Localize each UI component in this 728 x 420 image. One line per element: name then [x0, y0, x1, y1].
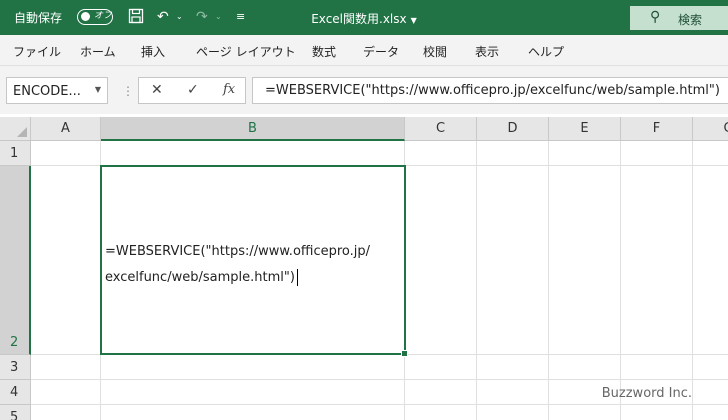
- row-number: 3: [10, 360, 19, 375]
- row-number: 5: [10, 410, 19, 420]
- formula-bar: ENCODE... ▼ ⋮ ✕ ✓ fx =WEBSERVICE("https:…: [0, 66, 728, 114]
- row-header-5[interactable]: 5: [0, 405, 31, 420]
- tab-page-layout[interactable]: ページ レイアウト: [196, 43, 296, 60]
- column-header-c[interactable]: C: [405, 117, 477, 141]
- enter-icon[interactable]: ✓: [187, 82, 199, 98]
- cell-edit-text[interactable]: =WEBSERVICE("https://www.officepro.jp/ e…: [105, 239, 370, 291]
- row-header-4[interactable]: 4: [0, 380, 31, 405]
- file-name: Excel関数用.xlsx: [311, 12, 407, 26]
- row-header-1[interactable]: 1: [0, 141, 31, 166]
- insert-function-icon[interactable]: fx: [223, 82, 235, 97]
- file-title[interactable]: Excel関数用.xlsx ▼: [0, 10, 728, 27]
- tab-review[interactable]: 校閲: [423, 43, 447, 60]
- search-box[interactable]: ⚲ 検索: [630, 6, 728, 30]
- tab-insert[interactable]: 挿入: [141, 43, 165, 60]
- search-label: 検索: [678, 13, 703, 27]
- tab-home[interactable]: ホーム: [80, 43, 116, 60]
- tab-view[interactable]: 表示: [475, 43, 499, 60]
- tab-help[interactable]: ヘルプ: [528, 43, 564, 60]
- column-header-g[interactable]: G: [693, 117, 728, 141]
- tab-file[interactable]: ファイル: [13, 43, 61, 60]
- column-header-d[interactable]: D: [477, 117, 549, 141]
- formula-buttons: ✕ ✓ fx: [138, 77, 246, 104]
- row-number: 2: [10, 335, 19, 350]
- column-header-f[interactable]: F: [621, 117, 693, 141]
- cell-text-line-1: =WEBSERVICE("https://www.officepro.jp/: [105, 244, 371, 259]
- drag-handle-icon[interactable]: ⋮: [122, 84, 134, 98]
- formula-input[interactable]: =WEBSERVICE("https://www.officepro.jp/ex…: [252, 77, 728, 104]
- tab-data[interactable]: データ: [363, 43, 399, 60]
- ribbon-tabs: ファイル ホーム 挿入 ページ レイアウト 数式 データ 校閲 表示 ヘルプ: [0, 35, 728, 66]
- title-bar: 自動保存 オフ ↶ ⌄ ↷ ⌄ ≡ Excel関数用.xlsx ▼ ⚲ 検索: [0, 0, 728, 35]
- column-header-e[interactable]: E: [549, 117, 621, 141]
- grid-line: [31, 404, 728, 405]
- cancel-icon[interactable]: ✕: [151, 82, 163, 98]
- select-all-button[interactable]: [0, 117, 31, 141]
- worksheet-grid: A B C D E F G 1 2 3 4 5 =WEBSERVICE("htt…: [0, 117, 728, 420]
- fill-handle[interactable]: [401, 350, 408, 357]
- row-number: 4: [10, 385, 19, 400]
- chevron-down-icon: ▼: [410, 16, 417, 25]
- cell-text-line-2: excelfunc/web/sample.html"): [105, 270, 295, 285]
- select-all-icon: [17, 127, 27, 137]
- name-box-value: ENCODE...: [13, 84, 81, 99]
- column-header-a[interactable]: A: [31, 117, 101, 141]
- formula-text: =WEBSERVICE("https://www.officepro.jp/ex…: [265, 83, 720, 98]
- row-header-2[interactable]: 2: [0, 166, 31, 355]
- tab-formulas[interactable]: 数式: [312, 43, 336, 60]
- text-cursor: [296, 269, 298, 286]
- search-icon: ⚲: [650, 9, 661, 25]
- cell-text-line-2-row: excelfunc/web/sample.html"): [105, 265, 370, 291]
- active-cell-b2[interactable]: =WEBSERVICE("https://www.officepro.jp/ e…: [100, 165, 408, 357]
- row-header-3[interactable]: 3: [0, 355, 31, 380]
- column-header-b[interactable]: B: [101, 117, 405, 141]
- watermark: Buzzword Inc.: [601, 386, 692, 401]
- row-number: 1: [10, 146, 19, 161]
- name-box[interactable]: ENCODE... ▼: [6, 77, 108, 104]
- chevron-down-icon[interactable]: ▼: [95, 85, 101, 94]
- grid-line: [31, 379, 728, 380]
